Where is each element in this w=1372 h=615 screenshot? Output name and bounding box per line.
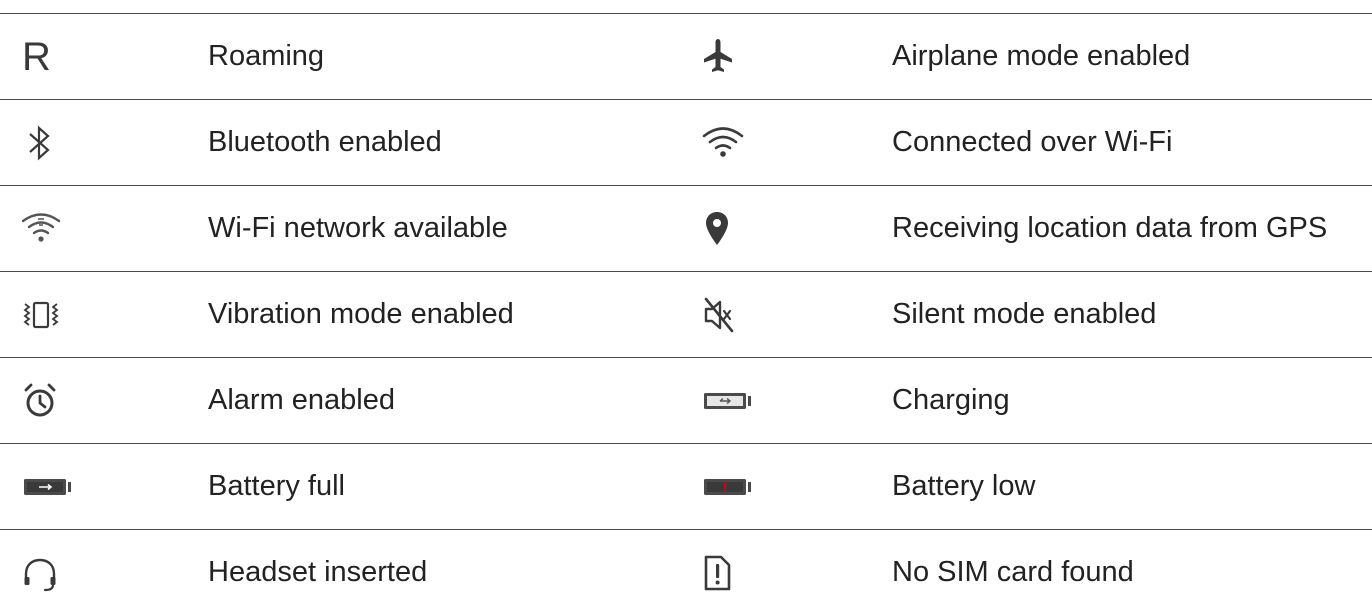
charging-label: Charging [892,384,1010,416]
wifi-available-label: Wi-Fi network available [208,212,508,244]
table-row: Alarm enabled Charging [0,358,1372,444]
vibration-label: Vibration mode enabled [208,298,514,330]
silent-icon [702,272,772,357]
wifi-connected-icon [702,100,772,185]
wifi-available-icon [22,186,92,271]
alarm-icon [22,358,92,443]
bluetooth-icon [22,100,92,185]
headset-icon [22,530,92,615]
no-sim-label: No SIM card found [892,556,1134,588]
location-pin-icon [702,186,772,271]
no-sim-icon [702,530,772,615]
alarm-label: Alarm enabled [208,384,395,416]
table-row: Headset inserted No SIM card found [0,530,1372,615]
table-row: Battery full Battery low [0,444,1372,530]
roaming-icon: R [22,34,51,79]
table-row: Vibration mode enabled Silent mode enabl… [0,272,1372,358]
vibration-icon [22,272,92,357]
silent-label: Silent mode enabled [892,298,1157,330]
roaming-label: Roaming [208,40,325,72]
table-row: Bluetooth enabled Connected over Wi-Fi [0,100,1372,186]
battery-low-icon [702,444,772,529]
airplane-label: Airplane mode enabled [892,40,1191,72]
table-row: Wi-Fi network available Receiving locati… [0,186,1372,272]
battery-charging-icon [702,358,772,443]
airplane-icon [702,14,772,99]
battery-full-label: Battery full [208,470,345,502]
battery-full-icon [22,444,92,529]
headset-label: Headset inserted [208,556,428,588]
bluetooth-label: Bluetooth enabled [208,126,442,158]
wifi-connected-label: Connected over Wi-Fi [892,126,1173,158]
table-row: R Roaming Airplane mode enabled [0,14,1372,100]
battery-low-label: Battery low [892,470,1036,502]
location-label: Receiving location data from GPS [892,212,1328,244]
status-icon-table: R Roaming Airplane mode enabled Bluetoot… [0,13,1372,615]
